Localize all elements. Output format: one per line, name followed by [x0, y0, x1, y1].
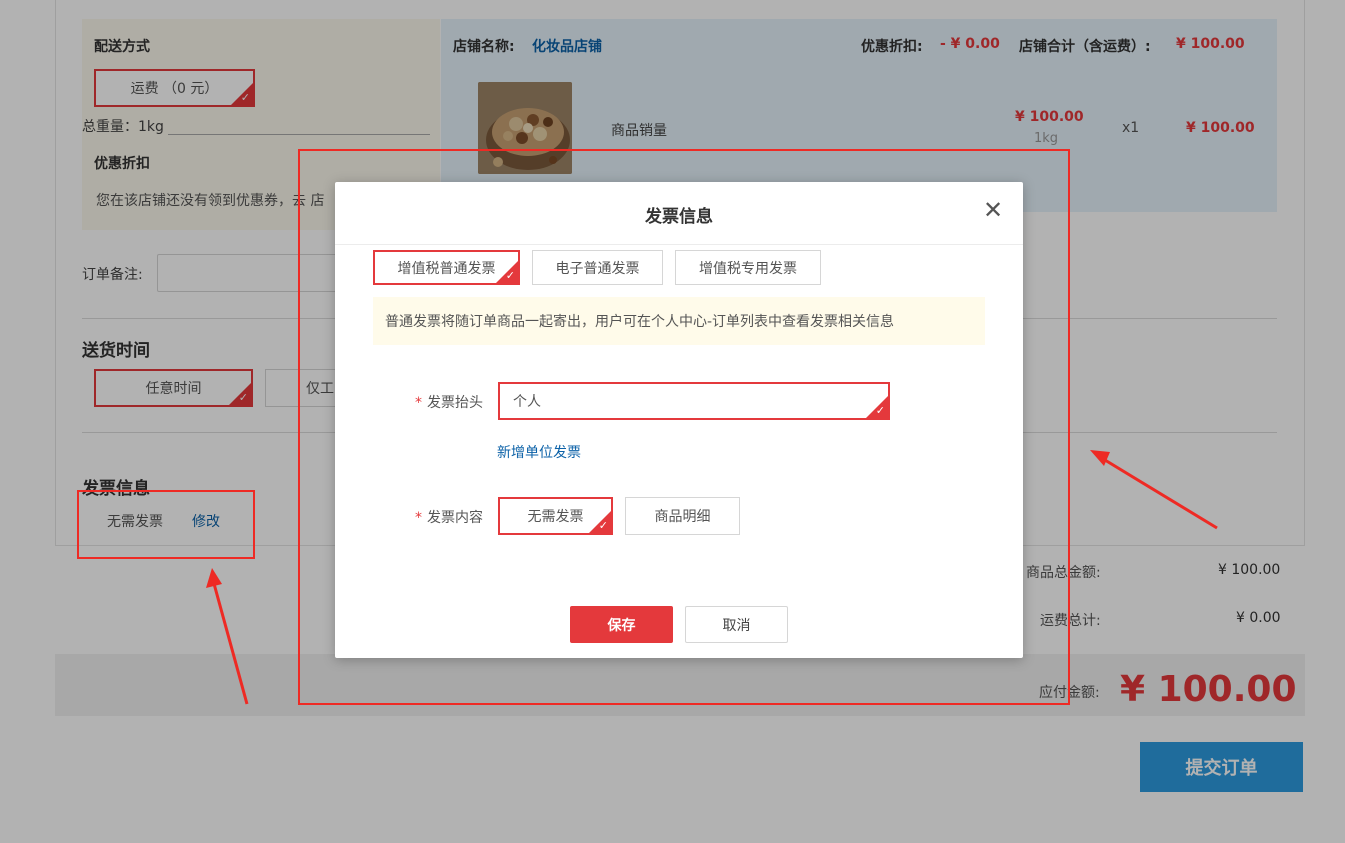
modal-header-divider: [335, 244, 1023, 245]
add-company-invoice-link[interactable]: 新增单位发票: [497, 442, 581, 462]
invoice-content-option-none[interactable]: 无需发票 ✓: [498, 497, 613, 535]
arrow-head-icon: [206, 568, 222, 588]
modal-title: 发票信息: [645, 207, 713, 227]
arrow-head-icon: [1090, 450, 1110, 466]
invoice-content-label: * 发票内容: [373, 507, 483, 527]
invoice-content-label-text: 发票内容: [427, 510, 483, 526]
tab-vat-normal-invoice[interactable]: 增值税普通发票 ✓: [373, 250, 520, 285]
checkmark-icon: ✓: [875, 404, 885, 417]
invoice-header-input[interactable]: 个人 ✓: [498, 382, 890, 420]
invoice-notice: 普通发票将随订单商品一起寄出，用户可在个人中心-订单列表中查看发票相关信息: [373, 297, 985, 345]
tab-vat-special-invoice[interactable]: 增值税专用发票: [675, 250, 821, 285]
invoice-modal: 发票信息 ✕ 增值税普通发票 ✓ 电子普通发票 增值税专用发票 普通发票将随订单…: [335, 182, 1023, 658]
invoice-header-label-text: 发票抬头: [427, 395, 483, 411]
checkmark-icon: ✓: [598, 519, 608, 532]
tab-label: 电子普通发票: [555, 260, 640, 277]
invoice-content-option-label: 无需发票: [527, 509, 584, 525]
required-mark: *: [415, 395, 422, 411]
save-button[interactable]: 保存: [570, 606, 673, 643]
invoice-header-value: 个人: [513, 394, 541, 410]
cancel-button[interactable]: 取消: [685, 606, 788, 643]
checkmark-icon: ✓: [505, 269, 515, 282]
invoice-content-option-detail[interactable]: 商品明细: [625, 497, 740, 535]
close-icon[interactable]: ✕: [981, 198, 1005, 222]
tab-label: 增值税普通发票: [397, 260, 496, 277]
tab-electronic-invoice[interactable]: 电子普通发票: [532, 250, 663, 285]
invoice-content-option-label: 商品明细: [654, 509, 711, 525]
tab-label: 增值税专用发票: [699, 260, 797, 277]
invoice-header-label: * 发票抬头: [373, 392, 483, 412]
required-mark: *: [415, 510, 422, 526]
